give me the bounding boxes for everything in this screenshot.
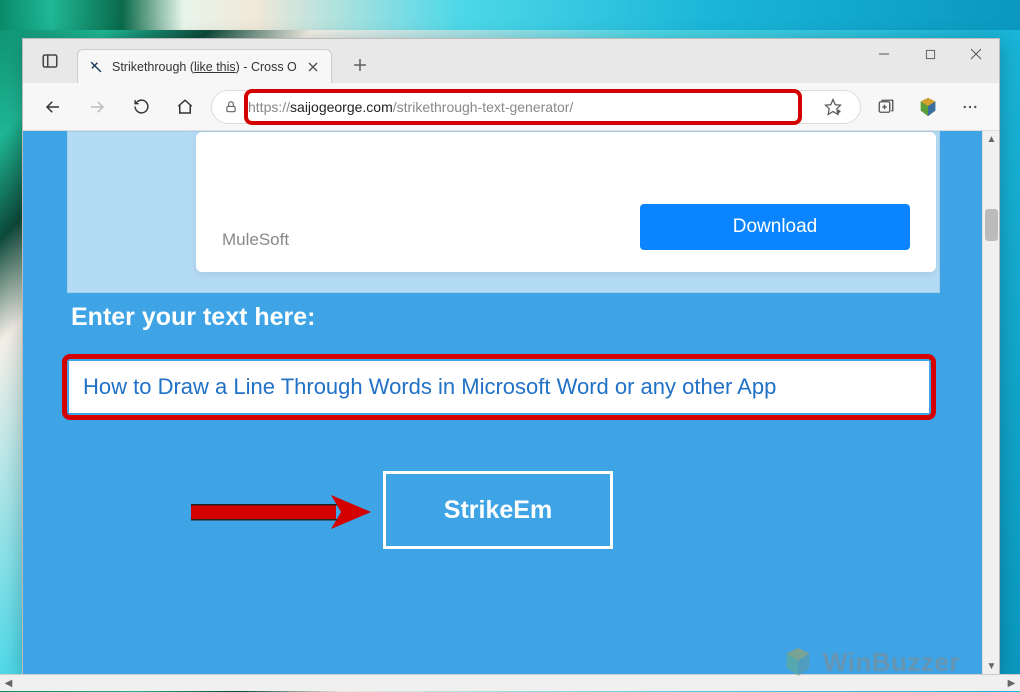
url-text: https://saijogeorge.com/strikethrough-te…: [248, 91, 808, 123]
tab-strip: Strikethrough (like this) - Cross O: [23, 39, 376, 83]
ad-panel: MuleSoft Download: [67, 131, 940, 293]
scroll-right-arrow-icon[interactable]: ▶: [1003, 675, 1020, 692]
favorite-icon[interactable]: [816, 90, 850, 124]
scroll-down-arrow-icon[interactable]: ▼: [983, 658, 999, 675]
ad-card: MuleSoft Download: [196, 132, 936, 272]
page-content: MuleSoft Download Enter your text here: …: [23, 131, 982, 675]
download-button[interactable]: Download: [640, 204, 910, 250]
home-button[interactable]: [167, 89, 203, 125]
vertical-scrollbar[interactable]: ▲ ▼: [982, 131, 999, 675]
page-viewport: MuleSoft Download Enter your text here: …: [23, 131, 999, 675]
window-controls: [861, 39, 999, 69]
text-input[interactable]: [69, 361, 929, 413]
scroll-up-arrow-icon[interactable]: ▲: [983, 131, 999, 148]
tab-title: Strikethrough (like this) - Cross O: [112, 60, 297, 74]
settings-more-button[interactable]: [953, 90, 987, 124]
ad-brand-label: MuleSoft: [222, 230, 289, 250]
scrollbar-thumb[interactable]: [985, 209, 998, 241]
tab-actions-icon[interactable]: [31, 44, 69, 78]
text-input-wrap: [69, 361, 929, 413]
forward-button[interactable]: [79, 89, 115, 125]
watermark: WinBuzzer: [781, 645, 960, 679]
browser-tab[interactable]: Strikethrough (like this) - Cross O: [77, 49, 332, 83]
annotation-arrow: [191, 489, 391, 539]
prompt-label: Enter your text here:: [71, 303, 316, 332]
lock-icon: [222, 100, 240, 114]
back-button[interactable]: [35, 89, 71, 125]
refresh-button[interactable]: [123, 89, 159, 125]
collections-button[interactable]: [869, 90, 903, 124]
title-bar: Strikethrough (like this) - Cross O: [23, 39, 999, 83]
watermark-text: WinBuzzer: [823, 647, 960, 678]
close-icon[interactable]: [305, 59, 321, 75]
desktop-wallpaper: [0, 0, 1020, 30]
tab-favicon-icon: [88, 59, 104, 75]
watermark-cube-icon: [781, 645, 815, 679]
new-tab-button[interactable]: [344, 49, 376, 81]
close-window-button[interactable]: [953, 39, 999, 69]
browser-window: Strikethrough (like this) - Cross O: [22, 38, 1000, 676]
strikeem-button[interactable]: StrikeEm: [383, 471, 613, 549]
extension-cube-icon[interactable]: [911, 90, 945, 124]
address-bar[interactable]: https://saijogeorge.com/strikethrough-te…: [211, 90, 861, 124]
maximize-button[interactable]: [907, 39, 953, 69]
scroll-left-arrow-icon[interactable]: ◀: [0, 675, 17, 692]
toolbar: https://saijogeorge.com/strikethrough-te…: [23, 83, 999, 131]
minimize-button[interactable]: [861, 39, 907, 69]
